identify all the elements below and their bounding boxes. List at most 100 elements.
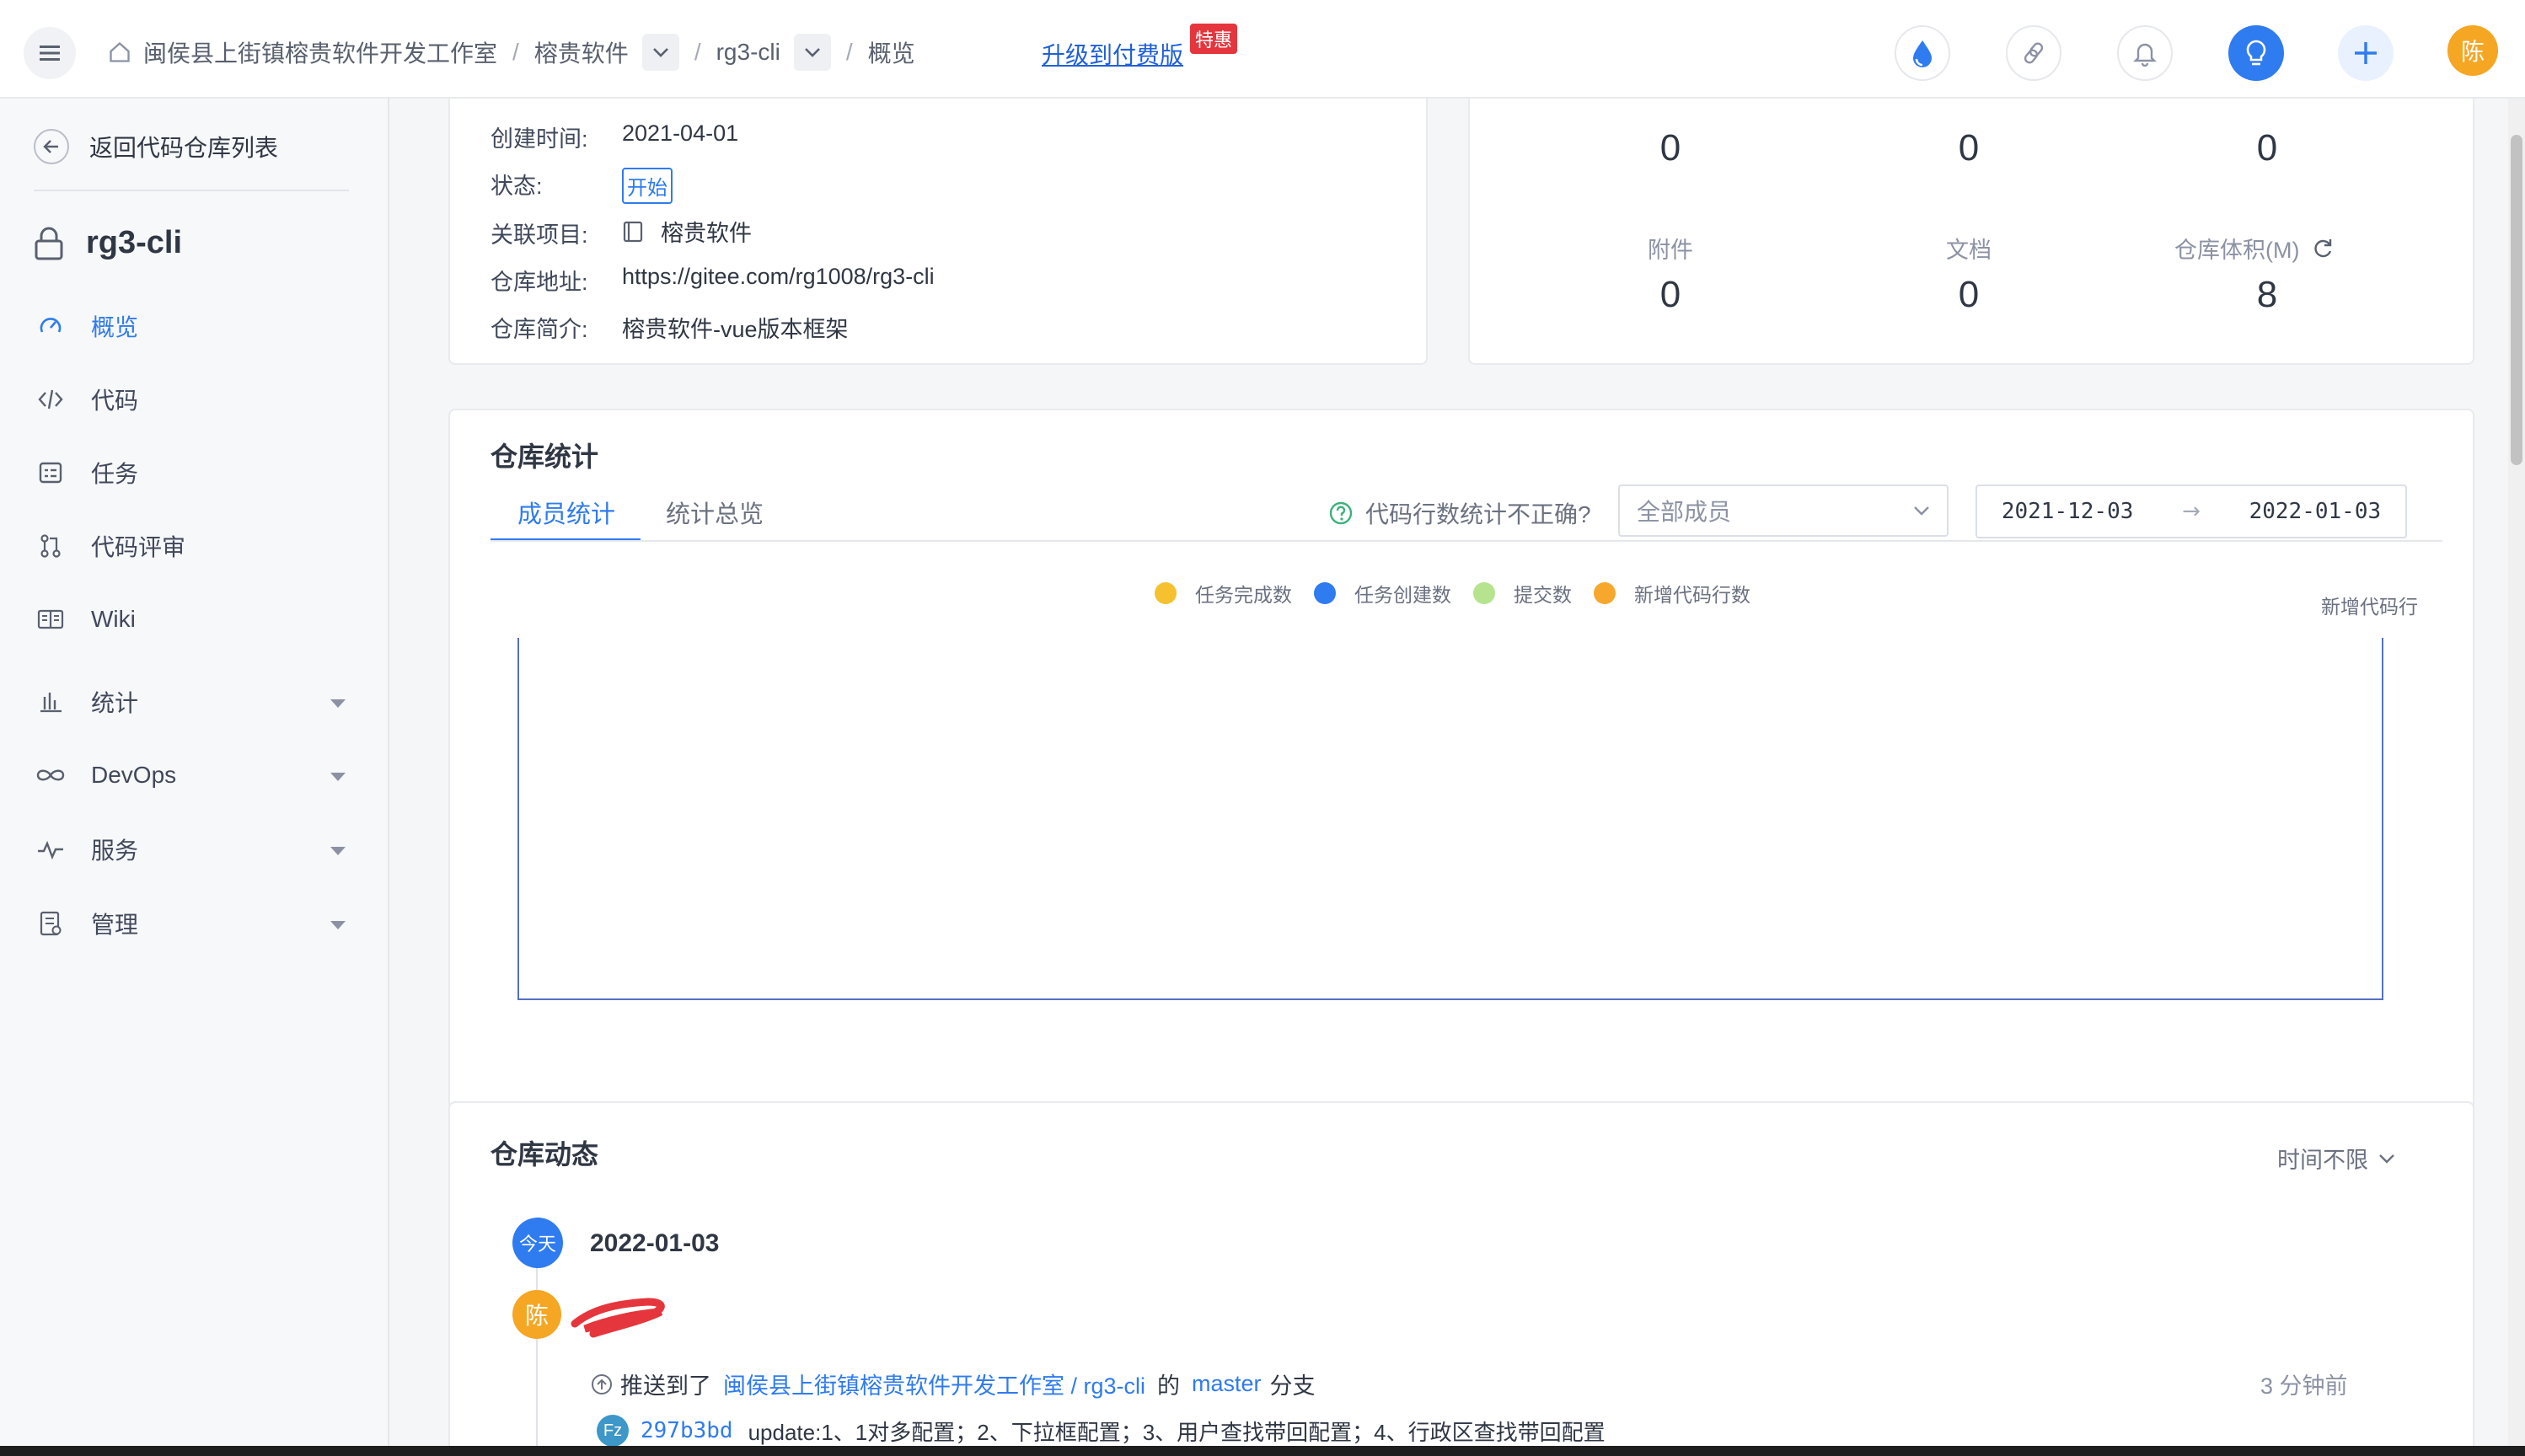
today-badge: 今天 — [512, 1218, 563, 1268]
breadcrumb: 闽侯县上街镇榕贵软件开发工作室 / 榕贵软件 / rg3-cli / 概览 — [108, 34, 915, 71]
project-icon — [623, 221, 643, 242]
breadcrumb-project[interactable]: 榕贵软件 — [534, 35, 629, 69]
review-icon — [34, 529, 67, 563]
member-select[interactable]: 全部成员 — [1618, 484, 1949, 537]
push-icon — [592, 1373, 612, 1394]
help-circle-icon — [1329, 501, 1353, 525]
user-avatar[interactable]: 陈 — [2447, 25, 2498, 76]
activity-avatar[interactable]: 陈 — [512, 1290, 561, 1339]
date-to[interactable]: 2022-01-03 — [2249, 499, 2382, 524]
chevron-down-icon[interactable] — [330, 847, 346, 855]
right-axis-label: 新增代码行 — [2321, 596, 2418, 618]
chart-plot-area — [517, 638, 2383, 1000]
sidebar-item-wiki[interactable]: Wiki — [34, 602, 136, 636]
repo-info-card: 创建时间: 2021-04-01 状态: 开始 关联项目: 榕贵软件 仓库地址:… — [448, 99, 1428, 365]
arrow-left-icon — [43, 140, 58, 153]
commit-author-avatar[interactable]: Fz — [597, 1415, 629, 1447]
back-arrow-button[interactable] — [34, 129, 69, 164]
tab-overview-stats[interactable]: 统计总览 — [666, 495, 764, 530]
sidebar-item-tasks[interactable]: 任务 — [34, 456, 138, 490]
menu-toggle-button[interactable] — [24, 27, 76, 79]
chart-legend: 任务完成数 任务创建数 提交数 新增代码行数 — [1155, 579, 1772, 608]
legend-item[interactable]: 新增代码行数 — [1594, 579, 1750, 608]
code-icon — [34, 383, 67, 416]
repo-description: 榕贵软件-vue版本框架 — [622, 317, 849, 342]
sidebar-item-devops[interactable]: DevOps — [34, 758, 176, 792]
refresh-icon[interactable] — [2311, 237, 2335, 260]
branch-link[interactable]: master — [1192, 1371, 1262, 1397]
legend-dot — [1473, 582, 1495, 604]
time-filter-dropdown[interactable]: 时间不限 — [2277, 1142, 2395, 1175]
chevron-down-icon — [1914, 506, 1929, 516]
stat-value-docs: 0 — [1958, 274, 1980, 315]
project-switch-button[interactable] — [641, 34, 679, 71]
breadcrumb-repo[interactable]: rg3-cli — [716, 39, 780, 66]
ideas-button[interactable] — [2228, 25, 2284, 81]
top-bar: 闽侯县上街镇榕贵软件开发工作室 / 榕贵软件 / rg3-cli / 概览 升级… — [0, 0, 2525, 99]
stats-accuracy-hint[interactable]: 代码行数统计不正确? — [1328, 496, 1591, 530]
create-button[interactable] — [2338, 25, 2394, 81]
legend-item[interactable]: 任务创建数 — [1314, 579, 1451, 608]
chevron-down-icon — [804, 48, 820, 57]
repo-statistics-section: 仓库统计 成员统计 统计总览 代码行数统计不正确? 全部成员 2021-12-0… — [448, 409, 2474, 1159]
commit-hash-link[interactable]: 297b3bd — [641, 1418, 733, 1443]
repo-title: rg3-cli — [34, 225, 182, 261]
chevron-down-icon[interactable] — [330, 699, 346, 708]
tab-member-stats[interactable]: 成员统计 — [517, 495, 615, 530]
date-range-picker[interactable]: 2021-12-03 → 2022-01-03 — [1976, 484, 2407, 538]
stat-value: 0 — [2256, 127, 2278, 169]
app-drop-button[interactable] — [1895, 25, 1950, 81]
sidebar-item-overview[interactable]: 概览 — [34, 309, 138, 343]
link-icon — [2024, 42, 2044, 64]
stat-value-repo-size: 8 — [2256, 274, 2278, 315]
legend-item[interactable]: 提交数 — [1473, 579, 1572, 608]
chart-icon — [34, 685, 67, 719]
legend-item[interactable]: 任务完成数 — [1155, 579, 1292, 608]
repo-url[interactable]: https://gitee.com/rg1008/rg3-cli — [622, 264, 935, 290]
back-to-repo-list[interactable]: 返回代码仓库列表 — [34, 129, 278, 164]
stat-label-repo-size: 仓库体积(M) — [2174, 232, 2335, 265]
chevron-down-icon[interactable] — [330, 921, 346, 929]
manage-icon — [34, 907, 67, 940]
commit-line: Fz 297b3bd update:1、1对多配置；2、下拉框配置；3、用户查找… — [597, 1415, 1606, 1447]
created-date: 2021-04-01 — [622, 120, 739, 146]
link-button[interactable] — [2006, 25, 2061, 81]
home-icon — [110, 41, 130, 62]
activity-date: 2022-01-03 — [590, 1229, 720, 1257]
sidebar-item-services[interactable]: 服务 — [34, 832, 138, 866]
stat-label-docs: 文档 — [1946, 238, 1992, 263]
chevron-down-icon[interactable] — [330, 773, 346, 781]
sidebar-item-statistics[interactable]: 统计 — [34, 685, 138, 719]
linked-project[interactable]: 榕贵软件 — [622, 215, 752, 248]
legend-dot — [1155, 582, 1177, 604]
bell-icon — [2133, 43, 2157, 67]
breadcrumb-org[interactable]: 闽侯县上街镇榕贵软件开发工作室 — [143, 35, 497, 69]
upgrade-link[interactable]: 升级到付费版 — [1042, 37, 1183, 71]
lightbulb-icon — [2246, 40, 2266, 66]
redacted-username-scribble — [571, 1298, 665, 1338]
sidebar-item-manage[interactable]: 管理 — [34, 907, 138, 940]
activity-time-ago: 3 分钟前 — [2260, 1373, 2348, 1399]
pulse-icon — [34, 832, 67, 866]
plus-icon — [2355, 42, 2377, 64]
task-icon — [34, 456, 67, 490]
stat-label-attachments: 附件 — [1648, 238, 1693, 263]
legend-dot — [1314, 582, 1336, 604]
lock-icon — [35, 227, 63, 260]
legend-dot — [1594, 582, 1616, 604]
scrollbar-thumb[interactable] — [2511, 135, 2522, 465]
activity-repo-link[interactable]: 闽侯县上街镇榕贵软件开发工作室 / rg3-cli — [723, 1368, 1145, 1400]
date-from[interactable]: 2021-12-03 — [2002, 499, 2134, 524]
commit-message: update:1、1对多配置；2、下拉框配置；3、用户查找带回配置；4、行政区查… — [748, 1419, 1606, 1445]
notifications-button[interactable] — [2117, 25, 2173, 81]
section-title: 仓库动态 — [491, 1139, 599, 1170]
main-content: 创建时间: 2021-04-01 状态: 开始 关联项目: 榕贵软件 仓库地址:… — [389, 99, 2508, 1456]
infinity-icon — [34, 758, 67, 792]
sidebar-item-code-review[interactable]: 代码评审 — [34, 529, 185, 563]
repo-switch-button[interactable] — [793, 34, 831, 71]
sidebar-item-code[interactable]: 代码 — [34, 383, 138, 416]
stat-value: 0 — [1958, 127, 1980, 169]
wiki-icon — [34, 602, 67, 636]
repo-activity-section: 仓库动态 时间不限 今天 2022-01-03 陈 推送到了 闽侯县上街镇榕贵软… — [448, 1101, 2474, 1456]
chevron-down-icon — [2379, 1154, 2394, 1164]
